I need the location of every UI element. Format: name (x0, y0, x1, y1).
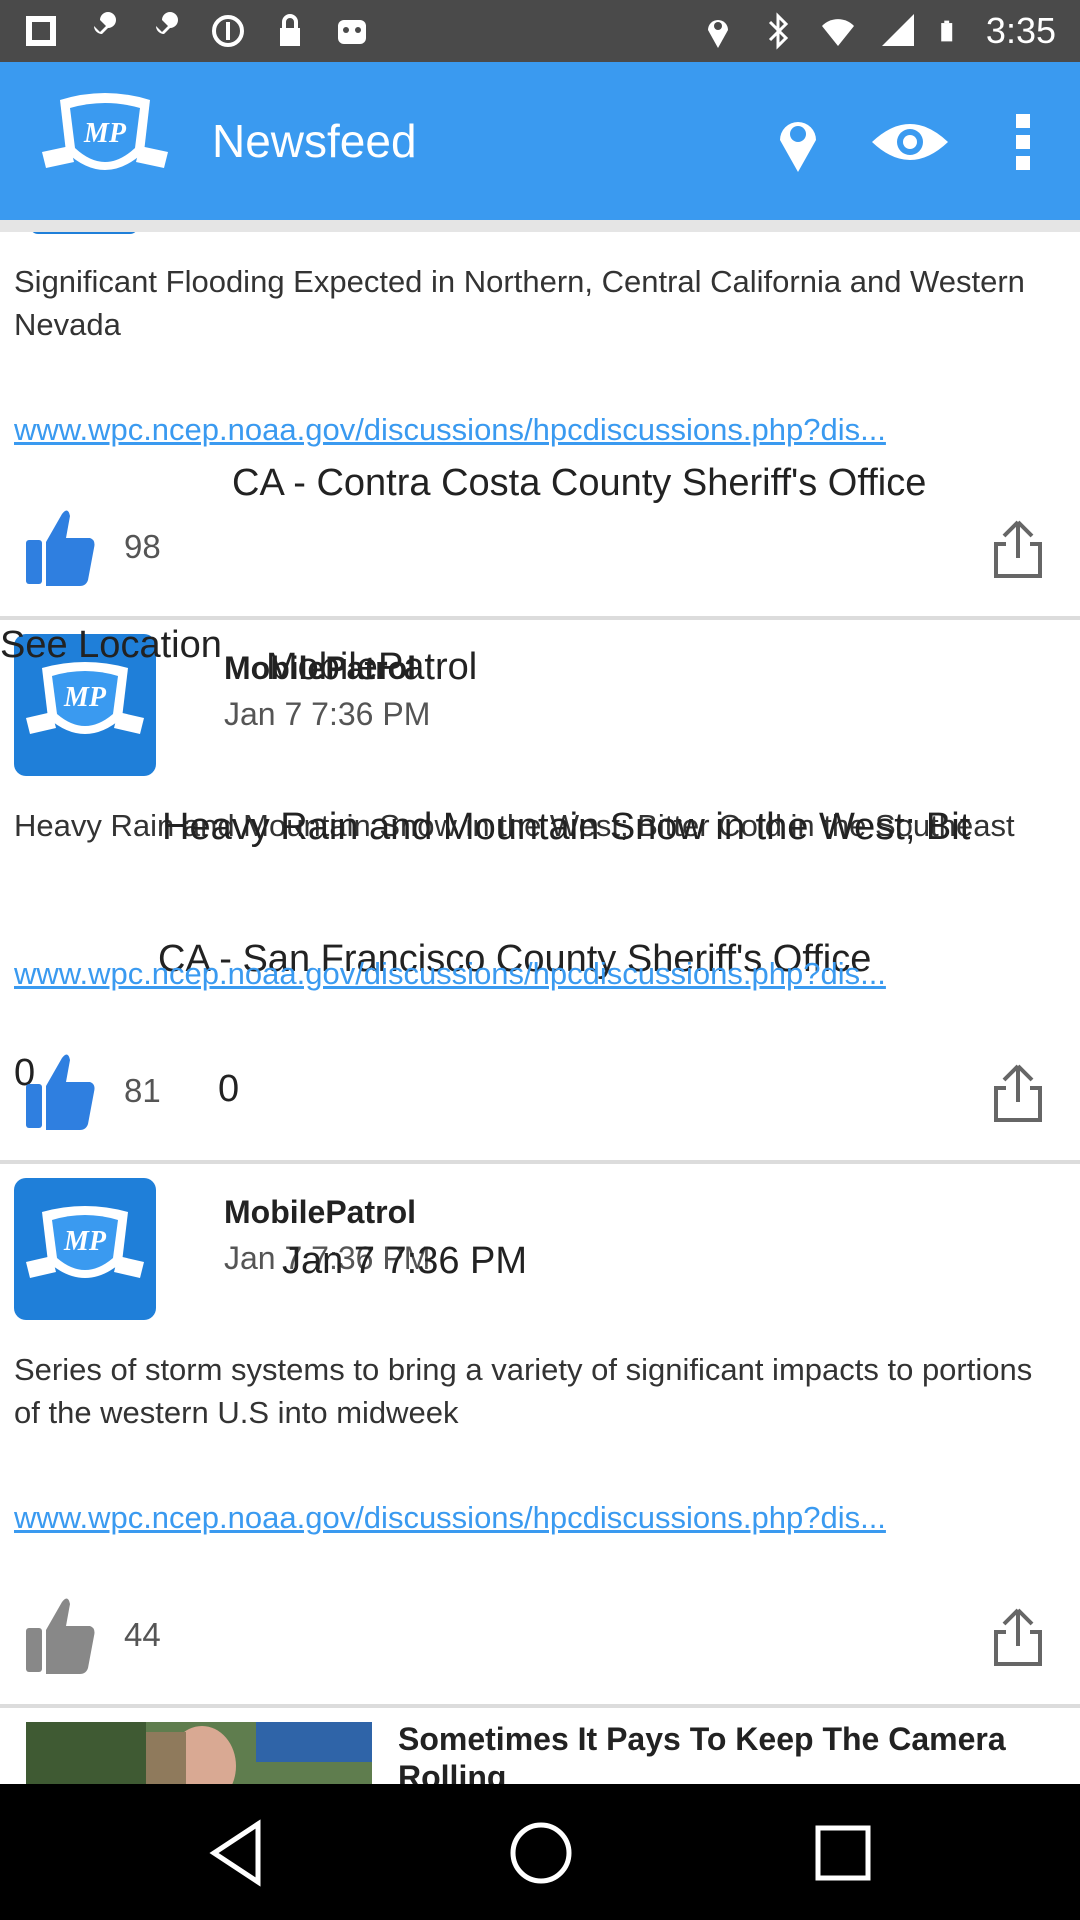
count-overlay: 0 (218, 1068, 240, 1110)
app-bar: MP Newsfeed (0, 62, 1080, 220)
clock: 3:35 (985, 10, 1056, 51)
divider (0, 616, 1080, 620)
signal-icon (881, 14, 914, 46)
location-icon (707, 20, 728, 48)
wrench-icon (154, 12, 178, 44)
newsfeed-list[interactable]: Significant Flooding Expected in Norther… (0, 232, 1080, 1784)
mobilepatrol-logo-icon[interactable]: MP (40, 90, 170, 190)
see-location-link[interactable]: See Location (0, 624, 222, 667)
mobilepatrol-logo-icon: MP (26, 1206, 144, 1278)
avatar[interactable]: MP (14, 1178, 156, 1320)
wrench-icon (92, 12, 116, 44)
divider (0, 1160, 1080, 1164)
like-count: 81 (124, 1072, 161, 1109)
svg-text:MP: MP (83, 118, 127, 149)
eye-icon[interactable] (870, 110, 950, 174)
location-pin-icon[interactable] (766, 110, 830, 174)
post-author-overlay: MobilePatrol (266, 646, 478, 688)
post-link[interactable]: www.wpc.ncep.noaa.gov/discussions/hpcdis… (14, 1500, 1064, 1536)
office-label: CA - Contra Costa County Sheriff's Offic… (232, 462, 927, 504)
post-author: MobilePatrol (224, 1194, 417, 1230)
status-bar: 3:35 (0, 0, 1080, 62)
share-icon[interactable] (990, 518, 1046, 580)
post-link[interactable]: www.wpc.ncep.noaa.gov/discussions/hpcdis… (14, 956, 1064, 992)
post-date: Jan 7 7:36 PM (224, 696, 431, 732)
back-icon[interactable] (202, 1818, 272, 1888)
post-date-overlay: Jan 7 7:36 PM (282, 1240, 528, 1282)
overflow-menu-icon[interactable] (1008, 110, 1040, 174)
avatar (30, 232, 138, 234)
thumbs-up-icon[interactable] (24, 1594, 96, 1676)
ad-thumbnail[interactable] (26, 1722, 372, 1784)
recent-apps-icon[interactable] (808, 1818, 878, 1888)
like-count: 44 (124, 1616, 161, 1653)
divider (0, 1704, 1080, 1708)
android-icon (338, 20, 366, 44)
page-title: Newsfeed (212, 115, 417, 167)
post-text-overlay: Heavy Rain and Mountain Snow in the West… (162, 806, 971, 848)
thumbs-up-icon[interactable] (24, 1050, 96, 1132)
like-count: 98 (124, 528, 161, 565)
battery-icon (941, 20, 953, 42)
navigation-bar (0, 1784, 1080, 1920)
share-icon[interactable] (990, 1606, 1046, 1668)
post-text: Series of storm systems to bring a varie… (14, 1352, 1033, 1430)
sync-icon (212, 15, 244, 47)
share-icon[interactable] (990, 1062, 1046, 1124)
home-icon[interactable] (506, 1818, 576, 1888)
thumbs-up-icon[interactable] (24, 506, 96, 588)
post-link[interactable]: www.wpc.ncep.noaa.gov/discussions/hpcdis… (14, 412, 1064, 448)
wifi-icon (821, 19, 854, 46)
svg-text:MP: MP (63, 1226, 107, 1257)
photos-icon (26, 16, 56, 46)
bluetooth-icon (768, 12, 789, 50)
appbar-divider (0, 220, 1080, 232)
video-thumbnail-image (26, 1722, 372, 1784)
ad-title[interactable]: Sometimes It Pays To Keep The Camera Rol… (398, 1720, 1068, 1784)
post-text: Significant Flooding Expected in Norther… (14, 264, 1025, 342)
svg-text:MP: MP (63, 682, 107, 713)
lock-icon (280, 14, 300, 46)
